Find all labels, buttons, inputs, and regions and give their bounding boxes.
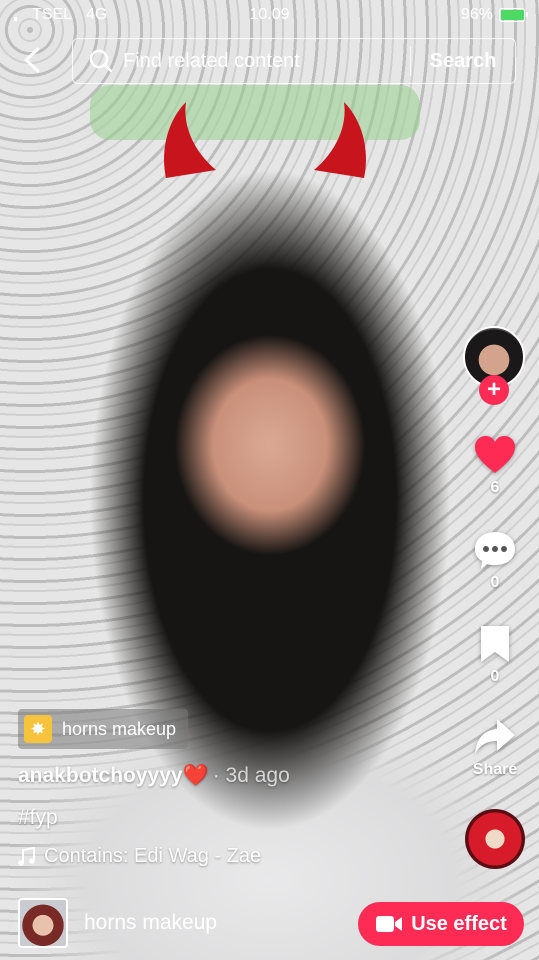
battery-info: 96% bbox=[460, 6, 528, 24]
effect-name: horns makeup bbox=[84, 911, 218, 934]
sound-name: Contains: Edi Wag - Zae bbox=[44, 845, 262, 867]
battery-percent: 96% bbox=[460, 6, 493, 23]
effect-chip[interactable]: ✸ horns makeup bbox=[18, 709, 189, 749]
right-horn bbox=[314, 102, 366, 178]
clock: 10.09 bbox=[249, 6, 290, 23]
author-username[interactable]: anakbotchoyyyy bbox=[18, 764, 183, 787]
bookmark-icon bbox=[481, 626, 509, 662]
post-caption[interactable]: #fyp bbox=[18, 806, 58, 830]
effect-chip-label: horns makeup bbox=[62, 718, 177, 739]
sound-info[interactable]: Contains: Edi Wag - Zae bbox=[18, 845, 261, 868]
sparkle-icon: ✸ bbox=[24, 715, 52, 743]
left-horn bbox=[164, 102, 216, 178]
comment-button[interactable]: 0 bbox=[462, 530, 528, 592]
share-button[interactable]: Share bbox=[462, 717, 528, 779]
bookmark-button[interactable]: 0 bbox=[462, 624, 528, 686]
effect-thumbnail[interactable] bbox=[18, 898, 68, 948]
music-note-icon bbox=[18, 846, 35, 866]
share-label: Share bbox=[472, 761, 518, 778]
like-button[interactable]: 6 bbox=[462, 435, 528, 497]
search-button[interactable]: Search bbox=[411, 50, 515, 73]
bookmark-count: 0 bbox=[490, 668, 500, 685]
post-time-ago: · 3d ago bbox=[212, 764, 290, 787]
video-camera-icon bbox=[376, 916, 403, 932]
music-disc[interactable] bbox=[465, 809, 525, 869]
heart-icon bbox=[475, 436, 515, 473]
use-effect-label: Use effect bbox=[411, 912, 507, 935]
comment-count: 0 bbox=[490, 574, 500, 591]
use-effect-button[interactable]: Use effect bbox=[358, 902, 524, 946]
battery-icon bbox=[499, 8, 528, 22]
search-input[interactable]: Find related content bbox=[123, 50, 410, 73]
video-background[interactable] bbox=[0, 0, 539, 960]
status-bar: TSEL 4G 10.09 96% bbox=[0, 0, 539, 30]
back-arrow-icon[interactable] bbox=[18, 45, 48, 75]
share-arrow-icon bbox=[475, 719, 515, 754]
search-icon bbox=[89, 49, 113, 73]
username-emoji: ❤️ bbox=[182, 764, 209, 787]
search-bar[interactable]: Find related content Search bbox=[72, 38, 516, 84]
comment-icon bbox=[475, 532, 515, 569]
follow-button[interactable]: + bbox=[479, 375, 509, 405]
like-count: 6 bbox=[490, 479, 500, 496]
author-line: anakbotchoyyyy❤️ · 3d ago bbox=[18, 764, 290, 788]
